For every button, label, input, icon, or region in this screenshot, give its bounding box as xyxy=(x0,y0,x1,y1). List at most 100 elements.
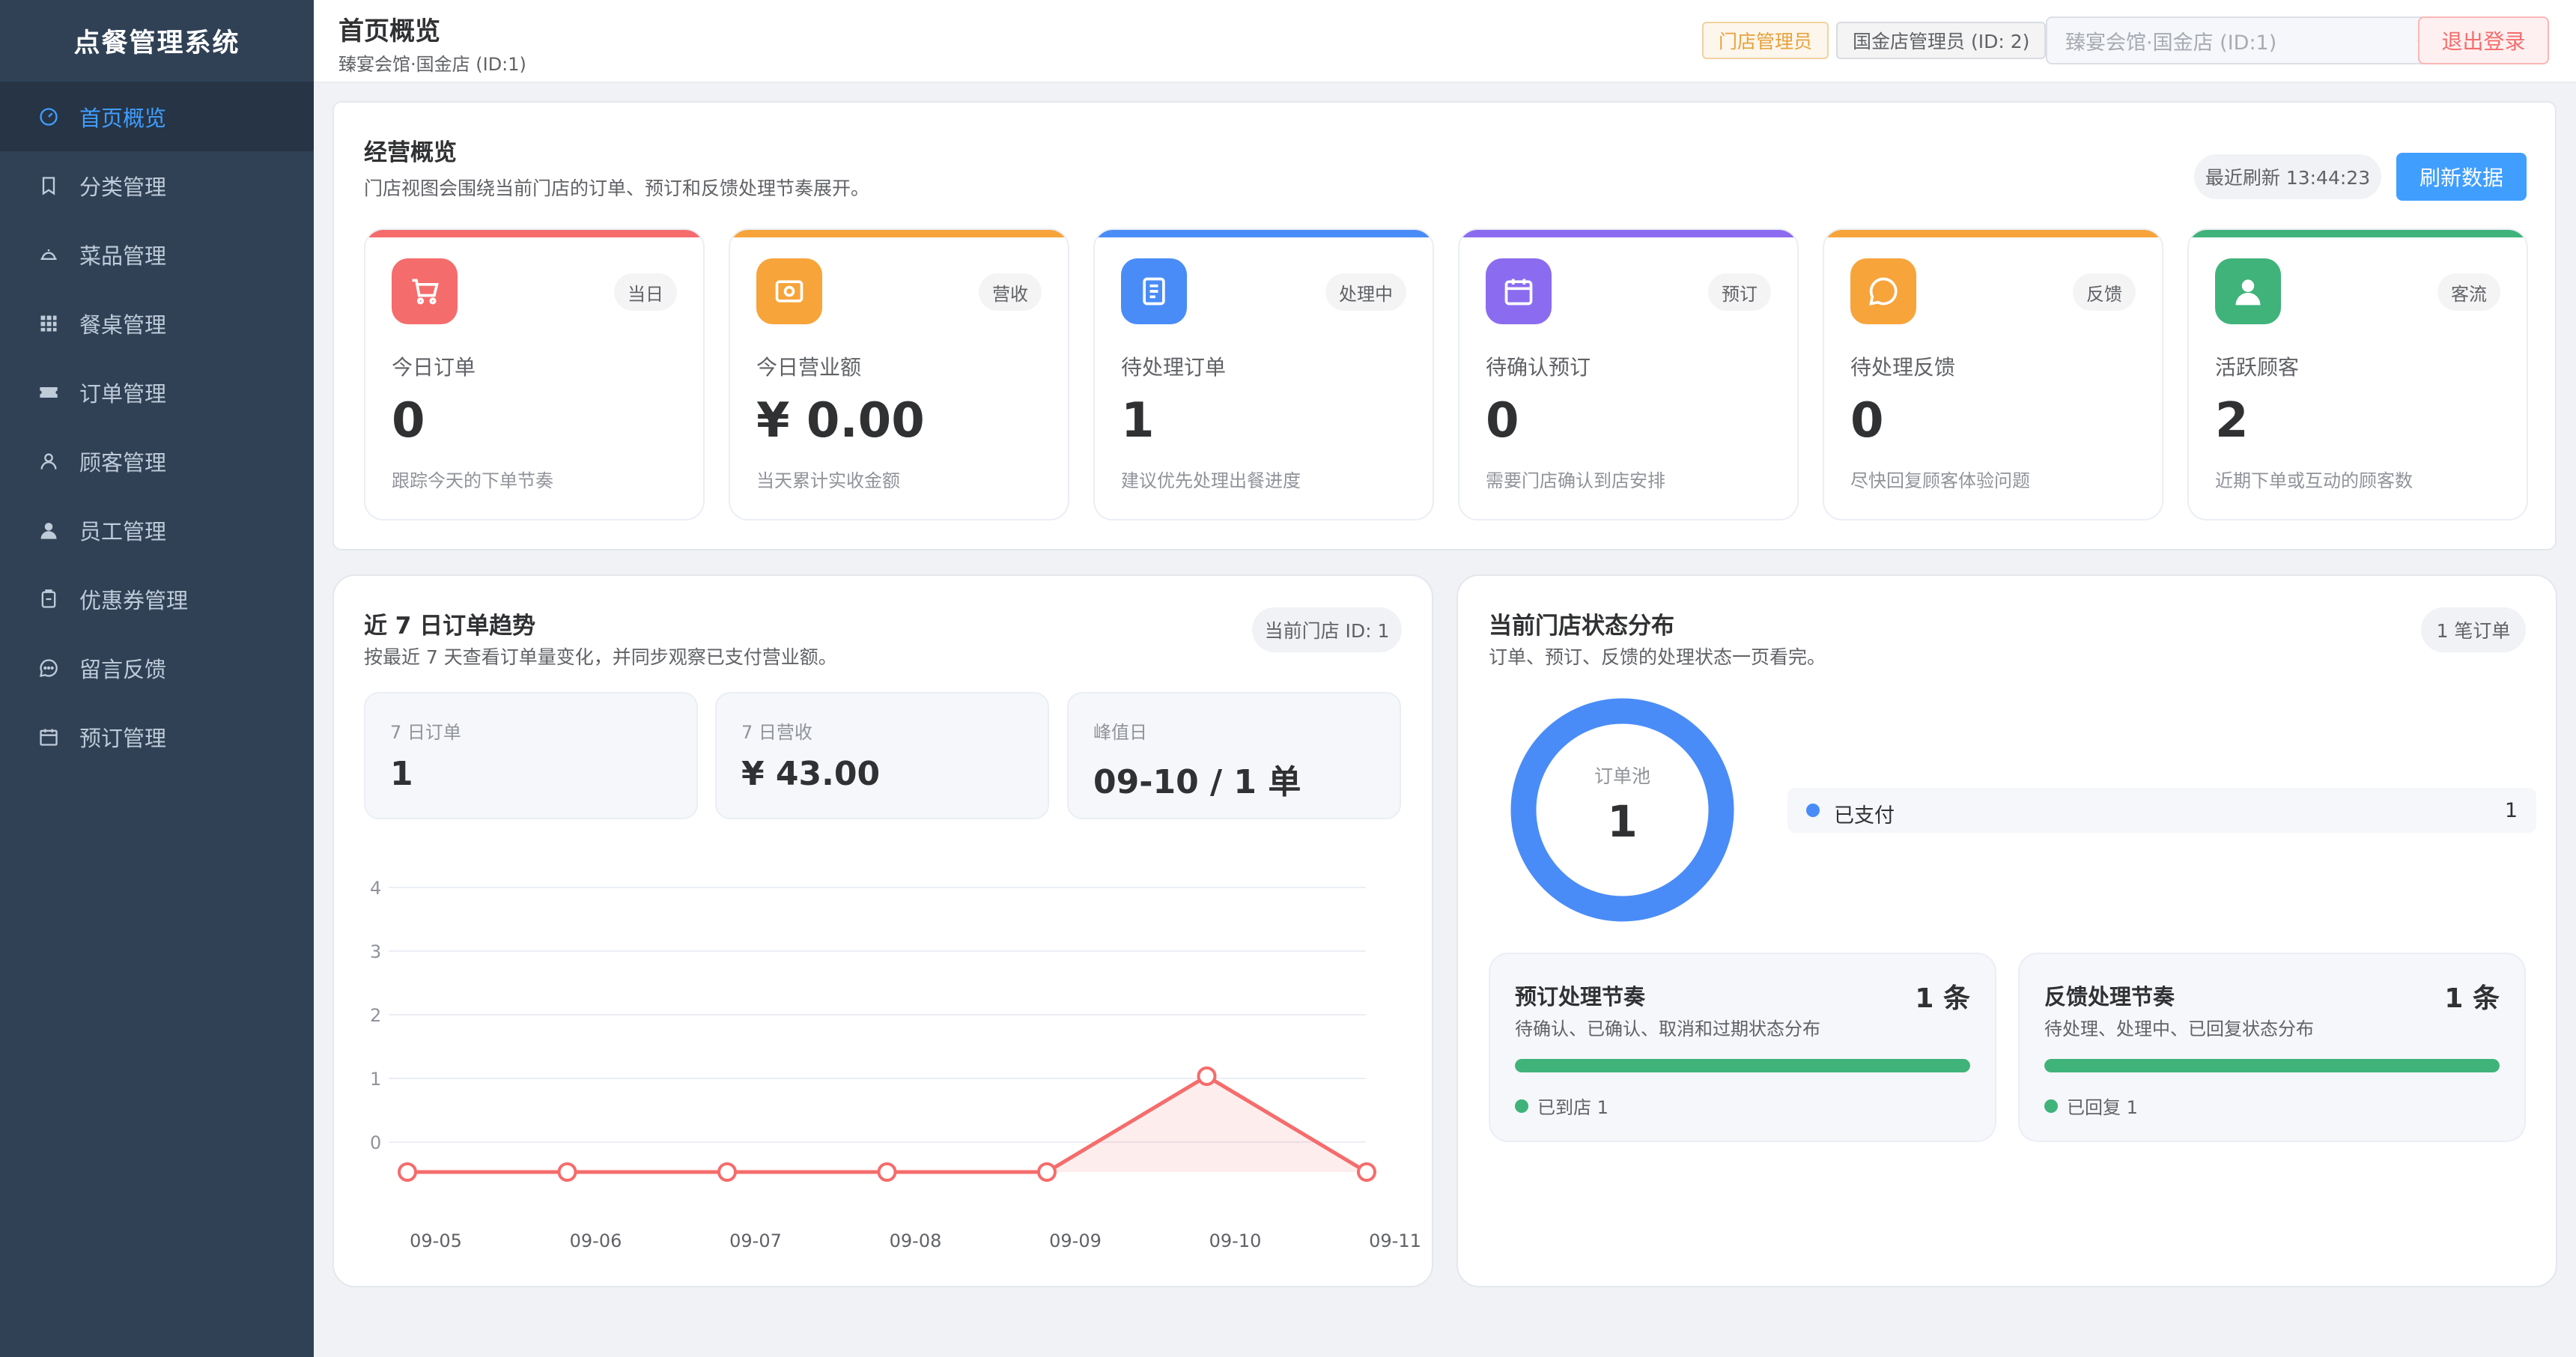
sidebar-item-tables[interactable]: 餐桌管理 xyxy=(0,289,314,358)
sidebar-item-category[interactable]: 分类管理 xyxy=(0,151,314,220)
feedback-rhythm-card: 反馈处理节奏 1 条 待处理、处理中、已回复状态分布 已回复 1 xyxy=(2018,953,2526,1142)
card-title: 预订处理节奏 xyxy=(1515,984,1646,1010)
admin-tag: 国金店管理员 (ID: 2) xyxy=(1836,22,2047,59)
y-tick-label: 4 xyxy=(370,878,381,899)
data-point xyxy=(398,1162,417,1182)
last-refresh-pill: 最近刷新 13:44:23 xyxy=(2194,154,2381,199)
card-value: ¥ 0.00 xyxy=(756,393,925,449)
page-subtitle: 臻宴会馆·国金店 (ID:1) xyxy=(338,54,526,75)
card-accent-bar xyxy=(365,230,703,237)
store-select-value: 臻宴会馆·国金店 (ID:1) xyxy=(2065,31,2277,55)
sidebar-item-dishes[interactable]: 菜品管理 xyxy=(0,220,314,289)
status-panel xyxy=(1456,574,2557,1287)
card-note: 需要门店确认到店安排 xyxy=(1486,470,1665,491)
kpi-card-pending-orders: 处理中 待处理订单 1 建议优先处理出餐进度 xyxy=(1093,228,1434,520)
data-point xyxy=(877,1162,897,1182)
x-tick-label: 09-05 xyxy=(410,1230,462,1251)
card-value: 0 xyxy=(1850,393,1884,449)
card-value: 2 xyxy=(2215,393,2249,449)
sidebar-item-reservations[interactable]: 预订管理 xyxy=(0,702,314,771)
card-accent-bar xyxy=(1095,230,1433,237)
progress-fill xyxy=(2044,1059,2500,1072)
overview-title: 经营概览 xyxy=(364,139,457,166)
coupon-icon xyxy=(37,588,60,610)
order-count-pill: 1 笔订单 xyxy=(2421,607,2526,652)
store-select[interactable]: 臻宴会馆·国金店 (ID:1) xyxy=(2046,16,2450,64)
legend-text: 已回复 1 xyxy=(2067,1097,2138,1118)
chat-icon xyxy=(37,657,60,679)
stat-7d-orders: 7 日订单 1 xyxy=(364,692,698,819)
role-tag: 门店管理员 xyxy=(1702,22,1829,59)
stat-peak-day: 峰值日 09-10 / 1 单 xyxy=(1067,692,1401,819)
sidebar-item-label: 餐桌管理 xyxy=(79,312,167,338)
kpi-card-active-customers: 客流 活跃顾客 2 近期下单或互动的顾客数 xyxy=(2187,228,2528,520)
data-point xyxy=(1037,1162,1057,1182)
sidebar-item-dashboard[interactable]: 首页概览 xyxy=(0,82,314,151)
sidebar-menu: 首页概览 分类管理 菜品管理 餐桌管理 订单管理 顾客管理 员工管理 优惠券管理… xyxy=(0,82,314,771)
legend-dot xyxy=(1806,804,1820,817)
sidebar-item-staff[interactable]: 员工管理 xyxy=(0,496,314,565)
order-pool-donut: 订单池 1 xyxy=(1505,693,1740,927)
logout-button[interactable]: 退出登录 xyxy=(2418,16,2549,64)
dish-icon xyxy=(37,243,60,266)
stat-value: 09-10 / 1 单 xyxy=(1093,763,1301,801)
kpi-card-today-revenue: 营收 今日营业额 ¥ 0.00 当天累计实收金额 xyxy=(729,228,1069,520)
sidebar-item-label: 分类管理 xyxy=(79,174,167,200)
y-tick-label: 1 xyxy=(370,1069,381,1090)
kpi-card-today-orders: 当日 今日订单 0 跟踪今天的下单节奏 xyxy=(364,228,705,520)
y-tick-label: 3 xyxy=(370,941,381,962)
stat-label: 7 日订单 xyxy=(390,722,461,743)
card-accent-bar xyxy=(1459,230,1797,237)
refresh-button[interactable]: 刷新数据 xyxy=(2396,153,2527,201)
sidebar-item-label: 员工管理 xyxy=(79,519,167,544)
card-badge: 反馈 xyxy=(2073,273,2136,311)
x-tick-label: 09-06 xyxy=(570,1230,622,1251)
stat-label: 峰值日 xyxy=(1093,722,1147,743)
y-tick-label: 0 xyxy=(370,1132,381,1153)
stat-label: 7 日营收 xyxy=(741,722,812,743)
card-label: 活跃顾客 xyxy=(2215,355,2300,380)
sidebar-item-label: 订单管理 xyxy=(79,381,167,407)
user-icon xyxy=(2215,258,2281,324)
card-label: 待确认预订 xyxy=(1486,355,1591,380)
user-outline-icon xyxy=(37,450,60,473)
overview-subtitle: 门店视图会围绕当前门店的订单、预订和反馈处理节奏展开。 xyxy=(364,177,870,199)
current-store-pill: 当前门店 ID: 1 xyxy=(1252,607,1402,652)
money-icon xyxy=(756,258,822,324)
card-note: 跟踪今天的下单节奏 xyxy=(392,470,553,491)
card-label: 今日订单 xyxy=(392,355,476,380)
card-value: 1 xyxy=(1121,393,1155,449)
trend-title: 近 7 日订单趋势 xyxy=(364,613,536,640)
card-accent-bar xyxy=(730,230,1068,237)
data-point xyxy=(1197,1066,1217,1086)
card-badge: 预订 xyxy=(1708,273,1771,311)
progress-track xyxy=(2044,1059,2500,1072)
legend-text: 已到店 1 xyxy=(1537,1097,1609,1118)
sidebar-item-customers[interactable]: 顾客管理 xyxy=(0,427,314,496)
card-title: 反馈处理节奏 xyxy=(2044,984,2175,1010)
progress-fill xyxy=(1515,1059,1970,1072)
sidebar-item-label: 菜品管理 xyxy=(79,243,167,269)
card-accent-bar xyxy=(1824,230,2162,237)
card-count: 1 条 xyxy=(2444,983,2500,1014)
stat-value: ¥ 43.00 xyxy=(741,755,881,793)
legend-item: 已回复 1 xyxy=(2044,1093,2138,1119)
x-tick-label: 09-09 xyxy=(1049,1230,1102,1251)
legend-dot xyxy=(1515,1099,1528,1113)
sidebar-item-coupons[interactable]: 优惠券管理 xyxy=(0,565,314,634)
dashboard-icon xyxy=(37,106,60,128)
x-tick-label: 09-08 xyxy=(890,1230,942,1251)
chat-icon xyxy=(1850,258,1916,324)
sidebar-item-feedback[interactable]: 留言反馈 xyxy=(0,634,314,702)
progress-track xyxy=(1515,1059,1970,1072)
donut-value: 1 xyxy=(1607,796,1638,847)
data-point xyxy=(557,1162,577,1182)
card-value: 0 xyxy=(392,393,425,449)
card-label: 待处理反馈 xyxy=(1850,355,1956,380)
legend-item: 已到店 1 xyxy=(1515,1093,1609,1119)
sidebar-item-label: 优惠券管理 xyxy=(79,588,189,613)
top-header: 首页概览 臻宴会馆·国金店 (ID:1) 门店管理员 国金店管理员 (ID: 2… xyxy=(314,0,2576,82)
sidebar-item-orders[interactable]: 订单管理 xyxy=(0,358,314,427)
card-badge: 处理中 xyxy=(1325,273,1406,311)
legend-value: 1 xyxy=(2504,799,2518,822)
